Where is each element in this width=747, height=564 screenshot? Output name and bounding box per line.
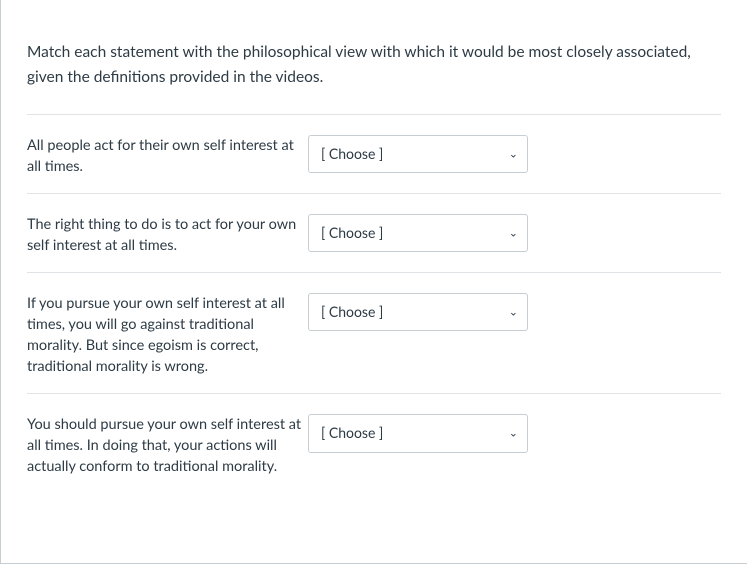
select-wrapper: [ Choose ] ⌄ (308, 135, 528, 174)
select-wrapper: [ Choose ] ⌄ (308, 293, 528, 332)
question-container: Match each statement with the philosophi… (1, 0, 747, 517)
choice-select[interactable]: [ Choose ] (308, 293, 528, 332)
statement-text: You should pursue your own self interest… (27, 414, 304, 477)
match-row: All people act for their own self intere… (27, 115, 721, 193)
choice-select[interactable]: [ Choose ] (308, 135, 528, 174)
choice-select[interactable]: [ Choose ] (308, 214, 528, 253)
statement-text: If you pursue your own self interest at … (27, 293, 304, 377)
statement-text: The right thing to do is to act for your… (27, 214, 304, 256)
match-row: If you pursue your own self interest at … (27, 273, 721, 393)
choice-select[interactable]: [ Choose ] (308, 414, 528, 453)
question-prompt: Match each statement with the philosophi… (27, 0, 721, 114)
select-wrapper: [ Choose ] ⌄ (308, 214, 528, 253)
select-wrapper: [ Choose ] ⌄ (308, 414, 528, 453)
match-row: The right thing to do is to act for your… (27, 194, 721, 272)
statement-text: All people act for their own self intere… (27, 135, 304, 177)
match-row: You should pursue your own self interest… (27, 394, 721, 493)
